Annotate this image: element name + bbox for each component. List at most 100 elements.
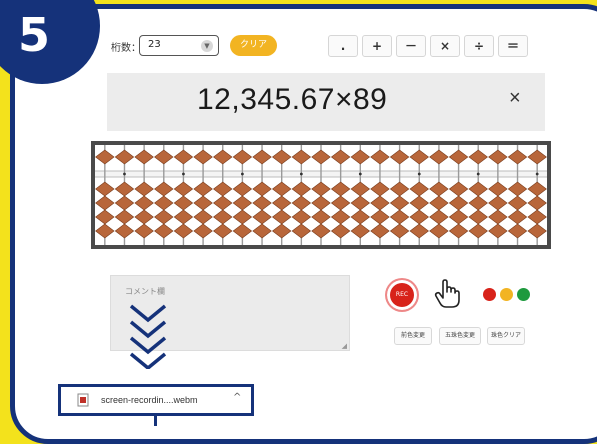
lower-bead[interactable]: [350, 181, 371, 197]
lower-bead[interactable]: [370, 195, 390, 211]
upper-bead[interactable]: [507, 149, 528, 165]
lower-bead[interactable]: [271, 223, 292, 239]
lower-bead[interactable]: [134, 209, 154, 225]
upper-bead[interactable]: [213, 149, 233, 165]
lower-bead[interactable]: [389, 195, 410, 211]
lower-bead[interactable]: [173, 195, 194, 211]
lower-bead[interactable]: [311, 223, 331, 239]
lower-bead[interactable]: [154, 223, 174, 239]
lower-bead[interactable]: [291, 195, 312, 211]
lower-bead[interactable]: [213, 195, 233, 211]
lower-bead[interactable]: [527, 209, 547, 225]
close-icon[interactable]: ×: [509, 87, 521, 110]
lower-bead[interactable]: [330, 223, 351, 239]
upper-bead[interactable]: [291, 149, 312, 165]
lower-bead[interactable]: [429, 223, 449, 239]
lower-bead[interactable]: [468, 181, 488, 197]
lower-bead[interactable]: [488, 181, 508, 197]
abacus[interactable]: [91, 141, 551, 249]
lower-bead[interactable]: [350, 195, 371, 211]
lower-bead[interactable]: [114, 209, 135, 225]
lower-bead[interactable]: [173, 209, 194, 225]
lower-bead[interactable]: [232, 181, 253, 197]
lower-bead[interactable]: [252, 195, 272, 211]
lower-bead[interactable]: [95, 195, 115, 211]
lower-bead[interactable]: [507, 195, 528, 211]
lower-bead[interactable]: [448, 209, 469, 225]
upper-bead[interactable]: [468, 149, 488, 165]
upper-bead[interactable]: [389, 149, 410, 165]
lower-bead[interactable]: [488, 195, 508, 211]
change-upper-color-button[interactable]: 前色変更: [394, 327, 432, 345]
op-button-plus[interactable]: +: [362, 35, 392, 57]
upper-bead[interactable]: [154, 149, 174, 165]
clear-button[interactable]: クリア: [230, 35, 277, 56]
upper-bead[interactable]: [114, 149, 135, 165]
lower-bead[interactable]: [370, 181, 390, 197]
lower-bead[interactable]: [429, 181, 449, 197]
lower-bead[interactable]: [271, 195, 292, 211]
lower-bead[interactable]: [291, 181, 312, 197]
lower-bead[interactable]: [232, 223, 253, 239]
lower-bead[interactable]: [291, 209, 312, 225]
lower-bead[interactable]: [291, 223, 312, 239]
upper-bead[interactable]: [271, 149, 292, 165]
lower-bead[interactable]: [389, 223, 410, 239]
lower-bead[interactable]: [95, 181, 115, 197]
lower-bead[interactable]: [468, 195, 488, 211]
lower-bead[interactable]: [409, 181, 429, 197]
lower-bead[interactable]: [193, 181, 213, 197]
upper-bead[interactable]: [173, 149, 194, 165]
change-lower-color-button[interactable]: 五珠色変更: [439, 327, 481, 345]
lower-bead[interactable]: [488, 223, 508, 239]
color-red-dot[interactable]: [483, 288, 496, 301]
op-button-minus[interactable]: －: [396, 35, 426, 57]
lower-bead[interactable]: [213, 223, 233, 239]
lower-bead[interactable]: [114, 181, 135, 197]
lower-bead[interactable]: [488, 209, 508, 225]
download-item[interactable]: screen-recordin....webm ^: [58, 384, 254, 416]
upper-bead[interactable]: [409, 149, 429, 165]
lower-bead[interactable]: [468, 209, 488, 225]
lower-bead[interactable]: [193, 223, 213, 239]
lower-bead[interactable]: [95, 223, 115, 239]
lower-bead[interactable]: [114, 223, 135, 239]
op-button-equals[interactable]: ＝: [498, 35, 528, 57]
lower-bead[interactable]: [350, 223, 371, 239]
lower-bead[interactable]: [409, 223, 429, 239]
upper-bead[interactable]: [311, 149, 331, 165]
lower-bead[interactable]: [409, 195, 429, 211]
lower-bead[interactable]: [507, 181, 528, 197]
color-yellow-dot[interactable]: [500, 288, 513, 301]
lower-bead[interactable]: [311, 181, 331, 197]
upper-bead[interactable]: [193, 149, 213, 165]
lower-bead[interactable]: [507, 223, 528, 239]
lower-bead[interactable]: [507, 209, 528, 225]
upper-bead[interactable]: [488, 149, 508, 165]
upper-bead[interactable]: [252, 149, 272, 165]
lower-bead[interactable]: [154, 195, 174, 211]
lower-bead[interactable]: [134, 195, 154, 211]
chevron-up-icon[interactable]: ^: [233, 392, 241, 403]
lower-bead[interactable]: [173, 181, 194, 197]
lower-bead[interactable]: [389, 209, 410, 225]
op-button-decimal[interactable]: .: [328, 35, 358, 57]
lower-bead[interactable]: [154, 209, 174, 225]
upper-bead[interactable]: [232, 149, 253, 165]
lower-bead[interactable]: [370, 209, 390, 225]
lower-bead[interactable]: [213, 209, 233, 225]
upper-bead[interactable]: [448, 149, 469, 165]
lower-bead[interactable]: [252, 209, 272, 225]
lower-bead[interactable]: [330, 195, 351, 211]
hand-pointer-icon[interactable]: [434, 279, 460, 313]
lower-bead[interactable]: [429, 195, 449, 211]
lower-bead[interactable]: [409, 209, 429, 225]
lower-bead[interactable]: [134, 181, 154, 197]
lower-bead[interactable]: [527, 223, 547, 239]
lower-bead[interactable]: [527, 195, 547, 211]
lower-bead[interactable]: [95, 209, 115, 225]
abacus-beads[interactable]: [95, 145, 547, 245]
lower-bead[interactable]: [252, 223, 272, 239]
resize-grip-icon[interactable]: ◢: [342, 342, 347, 350]
lower-bead[interactable]: [114, 195, 135, 211]
